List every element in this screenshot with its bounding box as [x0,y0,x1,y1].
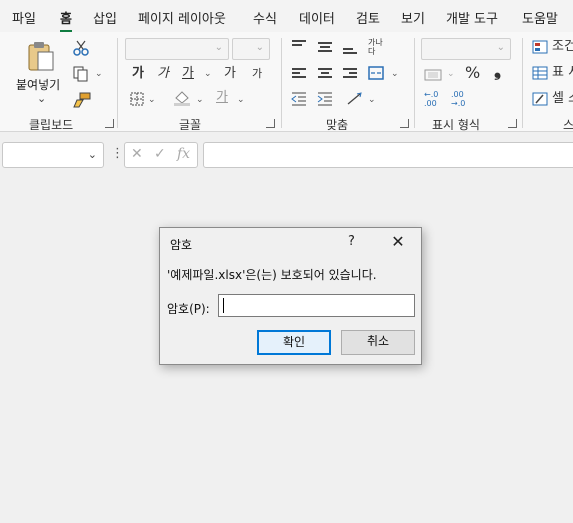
group-label-number: 표시 형식 [432,118,480,132]
accounting-format-icon[interactable] [424,68,442,82]
format-painter-icon[interactable] [73,92,91,108]
font-name-dropdown[interactable]: ⌄ [125,38,229,60]
align-bottom-icon[interactable] [343,44,357,56]
align-middle-icon[interactable] [318,42,332,54]
ok-button[interactable]: 확인 [257,330,331,355]
alignment-launcher-icon[interactable] [400,119,409,128]
wrap-text-icon[interactable]: 가나 다 [368,38,383,56]
cell-styles-icon [532,92,548,106]
increase-indent-icon[interactable] [317,92,333,106]
paste-label: 붙여넣기 [16,78,61,92]
decrease-decimal-icon[interactable]: .00 →.0 [451,90,465,108]
group-label-styles: 스 [563,118,573,132]
text-cursor [223,298,224,313]
formula-buttons: ✕ ✓ fx [124,142,198,168]
bold-button[interactable]: 가 [132,66,144,82]
help-button[interactable]: ? [348,234,355,249]
tab-page-layout[interactable]: 페이지 레이아웃 [138,8,226,27]
insert-function-icon[interactable]: fx [177,146,190,162]
borders-dropdown-icon[interactable]: ⌄ [148,95,156,105]
cancel-entry-icon[interactable]: ✕ [131,146,143,162]
copy-dropdown-icon[interactable]: ⌄ [95,69,103,79]
tab-review[interactable]: 검토 [356,8,380,27]
conditional-format-button[interactable]: 조건 [552,39,573,55]
chevron-down-icon: ⌄ [214,42,223,53]
chevron-down-icon[interactable]: ⌄ [88,148,97,161]
format-as-table-button[interactable]: 표 서 [552,65,573,81]
italic-button[interactable]: 가 [157,66,169,82]
font-color-dropdown-icon[interactable]: ⌄ [237,95,245,105]
accounting-dropdown-icon[interactable]: ⌄ [447,69,455,79]
tab-data[interactable]: 데이터 [299,8,335,27]
fill-color-dropdown-icon[interactable]: ⌄ [196,95,204,105]
number-format-dropdown[interactable]: ⌄ [421,38,511,60]
orientation-icon[interactable] [346,92,364,106]
formula-input[interactable] [203,142,573,168]
tab-view[interactable]: 보기 [401,8,425,27]
paste-button[interactable]: 붙여넣기 ⌄ [12,38,66,110]
orientation-dropdown-icon[interactable]: ⌄ [368,95,376,105]
align-left-icon[interactable] [292,68,306,80]
chevron-down-icon: ⌄ [496,42,505,53]
underline-dropdown-icon[interactable]: ⌄ [204,69,212,79]
decrease-indent-icon[interactable] [291,92,307,106]
clipboard-icon [28,42,54,71]
group-label-alignment: 맞춤 [326,118,349,132]
group-label-clipboard: 클립보드 [29,118,74,132]
paste-caret: ⌄ [37,92,47,105]
copy-icon[interactable] [73,66,89,82]
font-size-dropdown[interactable]: ⌄ [232,38,270,60]
separator [117,38,118,128]
grow-font-button[interactable]: 가 [224,66,236,82]
chevron-down-icon: ⌄ [255,42,264,53]
password-dialog: 암호 ? ✕ '예제파일.xlsx'은(는) 보호되어 있습니다. 암호(P):… [159,227,422,365]
tab-developer[interactable]: 개발 도구 [446,8,498,27]
close-button[interactable]: ✕ [386,231,410,253]
protected-message: '예제파일.xlsx'은(는) 보호되어 있습니다. [167,268,377,282]
name-box[interactable]: ⌄ [2,142,104,168]
cell-styles-button[interactable]: 셀 스 [552,91,573,107]
underline-button[interactable]: 가 [182,66,194,82]
align-right-icon[interactable] [343,68,357,80]
format-table-icon [532,66,548,80]
merge-dropdown-icon[interactable]: ⌄ [391,69,399,79]
clipboard-launcher-icon[interactable] [105,119,114,128]
separator [281,38,282,128]
shrink-font-button[interactable]: 가 [252,66,262,82]
tab-file[interactable]: 파일 [12,8,36,27]
tab-insert[interactable]: 삽입 [93,8,117,27]
cut-icon[interactable] [73,40,89,56]
font-color-button[interactable]: 가 [216,90,228,106]
merge-center-icon[interactable] [368,66,384,80]
percent-button[interactable]: % [465,65,480,81]
password-label: 암호(P): [167,302,210,316]
increase-decimal-icon[interactable]: ←.0.00 [424,90,438,108]
tab-help[interactable]: 도움말 [522,8,558,27]
more-options-icon[interactable]: ⋮ [111,146,124,161]
ribbon: 붙여넣기 ⌄ ⌄ 클립보드 ⌄ ⌄ 가 가 가 ⌄ 가 가 ⌄ ⌄ 가 ⌄ 글꼴 [0,32,573,132]
comma-button[interactable]: ❟ [494,62,501,80]
separator [522,38,523,128]
dialog-title: 암호 [170,238,193,252]
tab-home[interactable]: 홈 [60,8,72,32]
align-top-icon[interactable] [292,40,306,52]
fill-color-icon[interactable] [173,90,191,106]
confirm-entry-icon[interactable]: ✓ [154,146,166,162]
menu-bar: 파일 홈 삽입 페이지 레이아웃 수식 데이터 검토 보기 개발 도구 도움말 [0,0,573,32]
font-launcher-icon[interactable] [266,119,275,128]
number-launcher-icon[interactable] [508,119,517,128]
password-input[interactable] [218,294,415,317]
tab-formulas[interactable]: 수식 [253,8,277,27]
align-center-icon[interactable] [318,68,332,80]
conditional-format-icon [532,40,548,54]
borders-icon[interactable] [130,92,144,106]
cancel-button[interactable]: 취소 [341,330,415,355]
group-label-font: 글꼴 [179,118,202,132]
formula-bar: ⌄ ⋮ ✕ ✓ fx [0,140,573,170]
separator [414,38,415,128]
